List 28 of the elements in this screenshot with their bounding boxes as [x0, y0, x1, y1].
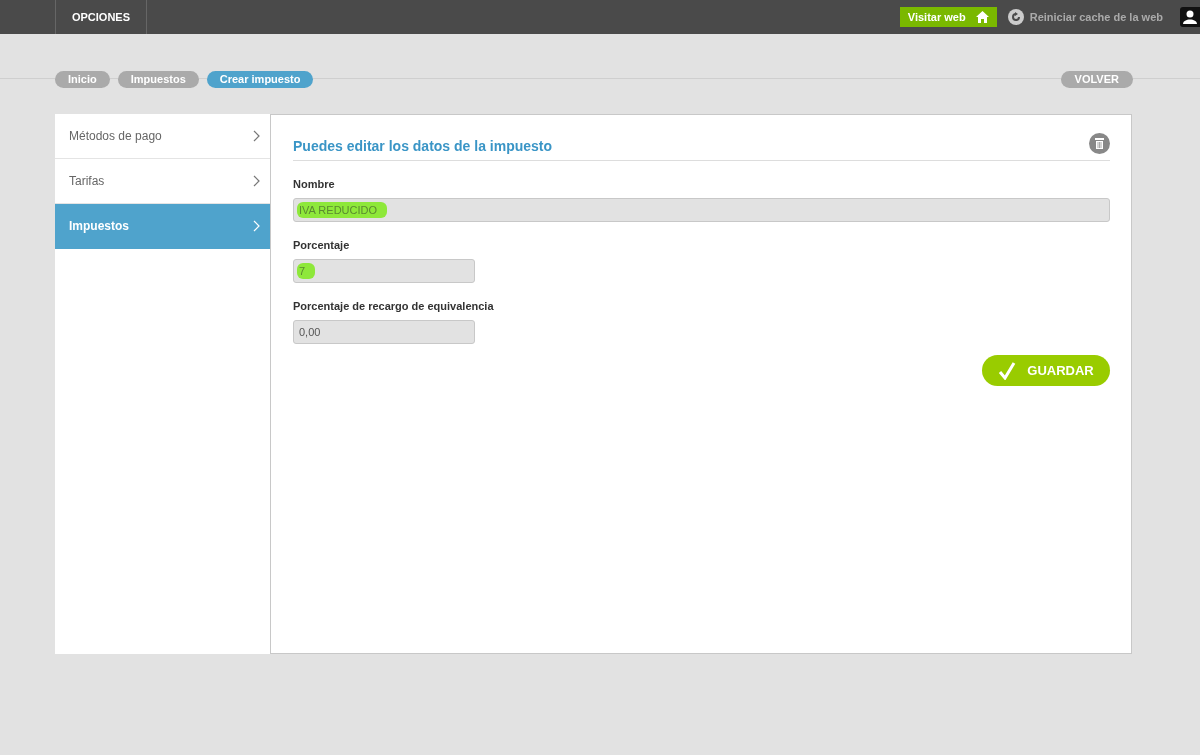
user-icon	[1183, 10, 1197, 24]
form-title: Puedes editar los datos de la impuesto	[293, 138, 553, 154]
trash-icon[interactable]	[1089, 133, 1110, 154]
chevron-right-icon	[253, 175, 260, 187]
input-field[interactable]: 7	[293, 259, 475, 283]
home-icon	[975, 11, 989, 23]
field-value: IVA REDUCIDO	[297, 202, 388, 218]
back-button[interactable]: VOLVER	[1060, 70, 1133, 88]
input-field[interactable]: 0,00	[293, 320, 475, 344]
field-value: 0,00	[298, 325, 322, 340]
chevron-right-icon	[253, 130, 260, 142]
field-value: 7	[297, 263, 316, 279]
breadcrumb-link[interactable]: Inicio	[55, 70, 110, 88]
field-label: Nombre	[293, 178, 336, 190]
reset-cache-link[interactable]: Reiniciar cache de la web	[1029, 11, 1163, 23]
save-button[interactable]: GUARDAR	[982, 355, 1110, 386]
checkmark-icon	[998, 361, 1017, 380]
visit-web-button[interactable]: Visitar web	[899, 7, 997, 27]
breadcrumb-link[interactable]: Crear impuesto	[206, 70, 314, 88]
user-button[interactable]	[1180, 7, 1200, 27]
chevron-right-icon	[253, 220, 260, 232]
field-label: Porcentaje	[293, 239, 351, 251]
refresh-icon	[1007, 9, 1024, 25]
options-menu[interactable]: OPCIONES	[55, 0, 147, 34]
input-field[interactable]: IVA REDUCIDO	[293, 198, 1110, 222]
breadcrumb-link[interactable]: Impuestos	[117, 70, 199, 88]
field-label: Porcentaje de recargo de equivalencia	[293, 300, 495, 312]
sidebar-item[interactable]: Impuestos	[55, 204, 270, 249]
